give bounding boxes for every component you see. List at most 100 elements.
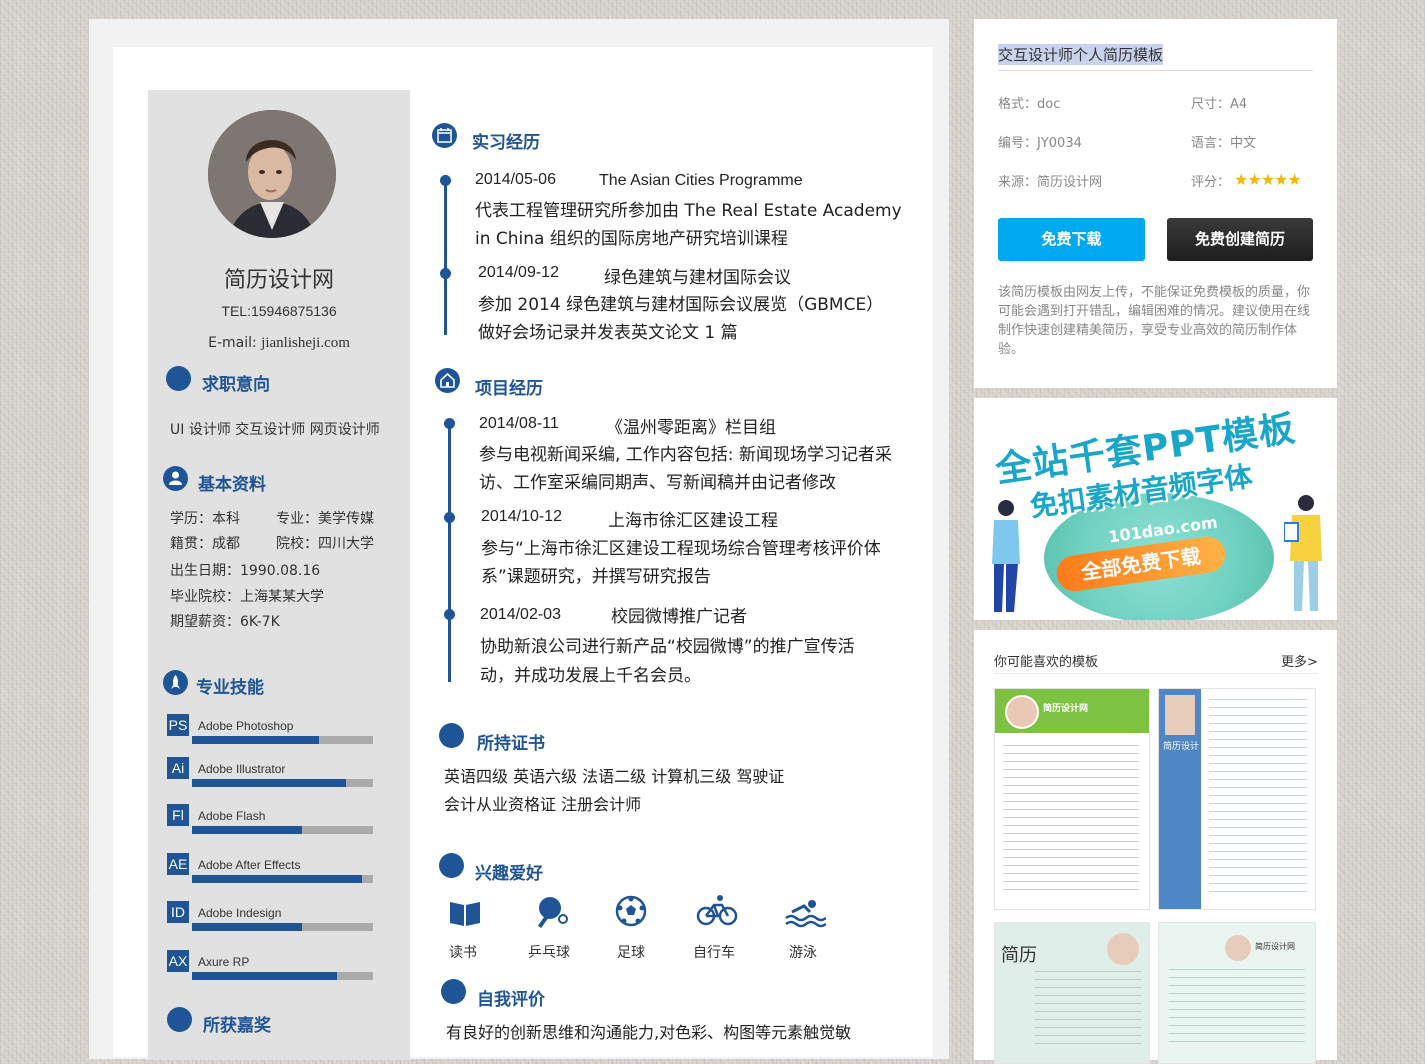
certificates-line: 会计从业资格证 注册会计师 (444, 795, 642, 814)
internship-date: 2014/09-12 (478, 264, 559, 281)
project-desc: 访、工作室采编同期声、写新闻稿并由记者修改 (479, 473, 836, 493)
rocket-icon (163, 670, 188, 695)
rating-stars: ★★★★★ (1234, 170, 1302, 189)
hobbies-icon (439, 853, 464, 878)
thumb-avatar (1225, 935, 1251, 961)
projects-title: 项目经历 (475, 379, 543, 399)
skill-progress-bar (192, 736, 373, 744)
hobby-label: 足球 (617, 945, 645, 961)
skill-progress-fill (192, 779, 346, 787)
project-desc: 协助新浪公司进行新产品“校园微博”的推广宣传活 (480, 637, 855, 657)
star-icon: ★ (1287, 170, 1302, 189)
skill-name: Adobe Photoshop (198, 719, 294, 733)
football-icon (615, 895, 647, 927)
timeline-dot (440, 268, 451, 279)
basic-info-college: 院校：四川大学 (276, 536, 374, 552)
email-value: jianlisheji.com (261, 335, 350, 351)
internship-title: 实习经历 (472, 133, 540, 153)
bicycle-icon (696, 893, 738, 927)
awards-icon (167, 1007, 192, 1032)
template-thumbnail[interactable]: 简历设计网 (994, 688, 1150, 910)
project-desc: 参与“上海市徐汇区建设工程现场综合管理考核评价体 (481, 539, 881, 559)
home-icon (435, 368, 460, 393)
awards-title: 所获嘉奖 (203, 1016, 271, 1036)
certificates-title: 所持证书 (477, 734, 545, 754)
internship-desc: in China 组织的国际房地产研究培训课程 (475, 229, 788, 249)
internship-desc: 做好会场记录并发表英文论文 1 篇 (478, 323, 738, 343)
skill-progress-fill (192, 972, 337, 980)
skill-progress-bar (192, 972, 373, 980)
skill-badge: PS (167, 714, 189, 736)
thumb-name: 简历 (1001, 945, 1037, 966)
create-resume-button[interactable]: 免费创建简历 (1167, 218, 1313, 261)
basic-info-hometown: 籍贯：成都 (170, 536, 240, 552)
book-icon (448, 898, 482, 928)
basic-info-school: 毕业院校：上海某某大学 (170, 589, 324, 605)
project-head: 校园微博推广记者 (611, 607, 747, 627)
job-intention-text: UI 设计师 交互设计师 网页设计师 (170, 422, 380, 438)
thumb-avatar (1005, 695, 1039, 729)
skill-progress-bar (192, 826, 373, 834)
timeline-dot (444, 418, 455, 429)
skill-badge: AX (167, 950, 189, 972)
timeline-dot (444, 512, 455, 523)
certificate-icon (439, 723, 464, 748)
divider (998, 70, 1313, 71)
thumb-name: 简历设计网 (1043, 704, 1089, 714)
thumb-lines (1169, 969, 1305, 1049)
template-thumbnail[interactable]: 简历设计 (1158, 688, 1316, 910)
basic-info-salary: 期望薪资：6K-7K (170, 614, 280, 630)
skill-progress-fill (192, 736, 319, 744)
thumb-lines (1209, 699, 1307, 895)
ping-pong-icon (535, 895, 569, 929)
skill-progress-bar (192, 779, 373, 787)
job-intention-title: 求职意向 (202, 375, 270, 395)
skill-progress-fill (192, 875, 363, 883)
timeline-dot (444, 609, 455, 620)
ad-banner[interactable]: 全站千套PPT模板 免扣素材音频字体 101dao.com 全部免费下载 (974, 398, 1337, 620)
skill-progress-fill (192, 923, 303, 931)
project-desc: 动，并成功发展上千名会员。 (480, 666, 701, 686)
download-button[interactable]: 免费下载 (998, 218, 1145, 261)
self-eval-text: 有良好的创新思维和沟通能力,对色彩、构图等元素触觉敏 (446, 1023, 852, 1042)
info-format: 格式：doc (998, 97, 1061, 112)
info-source: 来源：简历设计网 (998, 175, 1103, 190)
skill-name: Adobe Flash (198, 809, 266, 823)
avatar (208, 110, 336, 238)
template-thumbnail[interactable]: 简历设计网 (1158, 922, 1316, 1064)
skill-badge: Ai (167, 757, 189, 779)
thumb-lines (1003, 745, 1139, 895)
calendar-icon (432, 123, 457, 148)
skill-badge: ID (167, 901, 189, 923)
more-link[interactable]: 更多> (1281, 651, 1318, 670)
project-date: 2014/02-03 (480, 606, 561, 623)
info-size: 尺寸：A4 (1191, 97, 1248, 112)
skill-name: Axure RP (198, 955, 250, 969)
resume-email: E-mail: jianlisheji.com (148, 335, 410, 352)
internship-desc: 代表工程管理研究所参加由 The Real Estate Academy (475, 201, 902, 221)
recommend-title: 你可能喜欢的模板 (994, 655, 1099, 670)
hobby-label: 自行车 (693, 945, 735, 961)
swimming-icon (784, 898, 826, 928)
hobbies-title: 兴趣爱好 (475, 864, 543, 884)
project-desc: 参与电视新闻采编, 工作内容包括: 新闻现场学习记者采 (479, 445, 892, 465)
skill-name: Adobe After Effects (198, 858, 301, 872)
person-icon (163, 466, 188, 491)
project-desc: 系”课题研究，并撰写研究报告 (481, 567, 711, 587)
job-intention-icon (166, 366, 191, 391)
skill-name: Adobe Illustrator (198, 762, 286, 776)
project-date: 2014/10-12 (481, 508, 562, 525)
template-thumbnail[interactable]: 简历 (994, 922, 1150, 1064)
template-title: 交互设计师个人简历模板 (998, 44, 1164, 65)
projects-timeline (448, 420, 451, 682)
thumb-name: 简历设计 (1163, 742, 1200, 752)
timeline-dot (440, 175, 451, 186)
hobby-label: 读书 (449, 945, 477, 961)
thumb-lines (1035, 971, 1141, 1051)
info-rating: 评分： (1191, 175, 1231, 190)
divider (994, 673, 1318, 674)
project-date: 2014/08-11 (479, 415, 559, 432)
skill-progress-bar (192, 875, 373, 883)
project-head: 《温州零距离》栏目组 (606, 418, 776, 438)
internship-desc: 参加 2014 绿色建筑与建材国际会议展览（GBMCE） (478, 295, 884, 315)
